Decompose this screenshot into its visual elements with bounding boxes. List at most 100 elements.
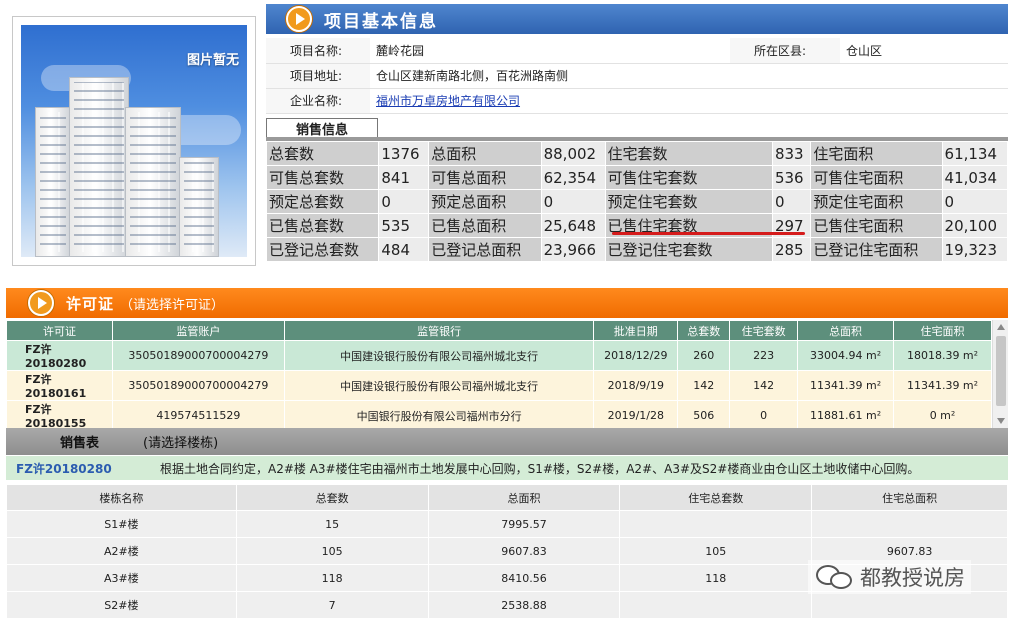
sales-value: 19,323 xyxy=(941,237,1009,262)
play-circle-icon xyxy=(28,290,54,316)
project-info-header: 项目基本信息 xyxy=(266,4,1008,34)
scroll-thumb[interactable] xyxy=(996,336,1006,406)
sales-label: 住宅面积 xyxy=(810,141,943,166)
building-column-header: 住宅总套数 xyxy=(619,484,813,511)
sales-label: 总面积 xyxy=(428,141,542,166)
sales-label: 预定总套数 xyxy=(265,189,380,214)
building-cell xyxy=(619,510,813,538)
building-cell: S2#楼 xyxy=(6,591,237,619)
sales-value: 23,966 xyxy=(540,237,606,262)
permit-cell-bank: 中国银行股份有限公司福州市分行 xyxy=(283,400,595,428)
watermark-text: 都教授说房 xyxy=(860,566,965,590)
permit-scrollbar[interactable] xyxy=(992,320,1008,428)
sales-value: 88,002 xyxy=(540,141,606,166)
sales-label: 可售住宅面积 xyxy=(810,165,943,190)
sales-label: 已登记住宅套数 xyxy=(604,237,773,262)
scroll-up-icon[interactable] xyxy=(997,324,1005,330)
sales-label: 总套数 xyxy=(265,141,380,166)
project-photo-frame: 图片暂无 xyxy=(12,16,256,266)
project-name-label: 项目名称: xyxy=(266,38,370,64)
permit-list: 许可证 监管账户 监管银行 批准日期 总套数 住宅套数 总面积 住宅面积 FZ许2018028… xyxy=(6,320,1008,428)
permit-cell-bank: 中国建设银行股份有限公司福州城北支行 xyxy=(283,340,595,371)
company-link[interactable]: 福州市万卓房地产有限公司 xyxy=(376,94,520,108)
address-label: 项目地址: xyxy=(266,63,370,89)
sales-label: 已登记住宅面积 xyxy=(810,237,943,262)
building-cell xyxy=(811,591,1008,619)
sales-list-title: 销售表 xyxy=(60,436,100,451)
permit-cell-id: FZ许20180155 xyxy=(6,400,113,428)
permit-column-header: 总套数 xyxy=(677,320,731,341)
scroll-down-icon[interactable] xyxy=(997,418,1005,424)
sales-value: 20,100 xyxy=(941,213,1009,238)
permit-table: 许可证 监管账户 监管银行 批准日期 总套数 住宅套数 总面积 住宅面积 FZ许2018028… xyxy=(6,320,992,428)
district-label: 所在区县: xyxy=(730,38,840,64)
permit-cell-res-area: 18018.39 m² xyxy=(893,340,992,371)
sales-label: 住宅套数 xyxy=(604,141,773,166)
sales-value: 61,134 xyxy=(941,141,1009,166)
sales-value: 0 xyxy=(941,189,1009,214)
project-name-value: 麓岭花园 xyxy=(370,38,730,64)
sales-label: 可售总套数 xyxy=(265,165,380,190)
note-text: 根据土地合同约定，A2#楼 A3#楼住宅由福州市土地发展中心回购，S1#楼，S2… xyxy=(160,461,920,476)
sales-value: 536 xyxy=(771,165,812,190)
note-permit-id: FZ许20180280 xyxy=(16,461,112,476)
sales-info-grid: 总套数 1376 总面积 88,002 住宅套数 833 住宅面积 61,134 可售总套数 84… xyxy=(265,141,1009,262)
building-cell: 118 xyxy=(619,564,813,592)
building-cell: 8410.56 xyxy=(427,564,621,592)
permit-column-header: 住宅套数 xyxy=(729,320,799,341)
permit-row[interactable]: FZ许20180155 419574511529 中国银行股份有限公司福州市分行 20… xyxy=(6,400,992,428)
permit-column-header: 监管账户 xyxy=(111,320,285,341)
permit-hint: （请选择许可证） xyxy=(120,297,225,313)
building-row[interactable]: S2#楼 7 2538.88 xyxy=(6,591,1008,619)
permit-cell-area: 33004.94 m² xyxy=(797,340,895,371)
building-column-header: 楼栋名称 xyxy=(6,484,237,511)
permit-cell-total: 506 xyxy=(677,400,731,428)
sales-value: 1376 xyxy=(378,141,430,166)
permit-cell-account: 35050189000700004279 xyxy=(111,370,285,401)
sales-info-tab[interactable]: 销售信息 xyxy=(266,118,378,138)
permit-column-header: 住宅面积 xyxy=(893,320,992,341)
permit-column-header: 监管银行 xyxy=(283,320,595,341)
building-cell: A2#楼 xyxy=(6,537,237,565)
permit-cell-account: 35050189000700004279 xyxy=(111,340,285,371)
sales-value: 0 xyxy=(771,189,812,214)
building-cell: 118 xyxy=(235,564,429,592)
permit-column-header: 许可证 xyxy=(6,320,113,341)
sales-value: 0 xyxy=(540,189,606,214)
building-cell: S1#楼 xyxy=(6,510,237,538)
permit-row[interactable]: FZ许20180161 35050189000700004279 中国建设银行股份有… xyxy=(6,370,992,401)
permit-cell-id: FZ许20180280 xyxy=(6,340,113,371)
sales-label: 已售住宅面积 xyxy=(810,213,943,238)
permit-column-header: 批准日期 xyxy=(593,320,679,341)
permit-cell-date: 2019/1/28 xyxy=(593,400,679,428)
building-cell: 9607.83 xyxy=(427,537,621,565)
permit-cell-account: 419574511529 xyxy=(111,400,285,428)
permit-note-row[interactable]: FZ许20180280 根据土地合同约定，A2#楼 A3#楼住宅由福州市土地发展… xyxy=(6,456,1008,480)
building-row[interactable]: S1#楼 15 7995.57 xyxy=(6,510,1008,538)
sales-list-header: 销售表 (请选择楼栋) xyxy=(6,428,1008,455)
sales-label: 可售住宅套数 xyxy=(604,165,773,190)
permit-cell-id: FZ许20180161 xyxy=(6,370,113,401)
sales-label: 已登记总套数 xyxy=(265,237,380,262)
permit-cell-bank: 中国建设银行股份有限公司福州城北支行 xyxy=(283,370,595,401)
permit-cell-area: 11881.61 m² xyxy=(797,400,895,428)
project-info-table: 项目名称: 麓岭花园 所在区县: 仓山区 项目地址: 仓山区建新南路北侧，百花洲… xyxy=(266,38,1008,114)
permit-cell-date: 2018/12/29 xyxy=(593,340,679,371)
permit-cell-total: 142 xyxy=(677,370,731,401)
play-circle-icon xyxy=(286,6,312,32)
building-table: 楼栋名称 总套数 总面积 住宅总套数 住宅总面积 S1#楼 15 7995.57 A2#楼 10… xyxy=(6,484,1008,619)
sales-value: 25,648 xyxy=(540,213,606,238)
sales-label: 已售总套数 xyxy=(265,213,380,238)
sales-label: 预定住宅套数 xyxy=(604,189,773,214)
permit-column-header: 总面积 xyxy=(797,320,895,341)
building-cell: A3#楼 xyxy=(6,564,237,592)
sales-value: 41,034 xyxy=(941,165,1009,190)
permit-title: 许可证 xyxy=(66,294,115,313)
permit-cell-area: 11341.39 m² xyxy=(797,370,895,401)
sales-label: 可售总面积 xyxy=(428,165,542,190)
building-cell: 105 xyxy=(619,537,813,565)
permit-cell-total: 260 xyxy=(677,340,731,371)
permit-row[interactable]: FZ许20180280 35050189000700004279 中国建设银行股份有… xyxy=(6,340,992,371)
sales-value: 833 xyxy=(771,141,812,166)
company-label: 企业名称: xyxy=(266,88,370,114)
